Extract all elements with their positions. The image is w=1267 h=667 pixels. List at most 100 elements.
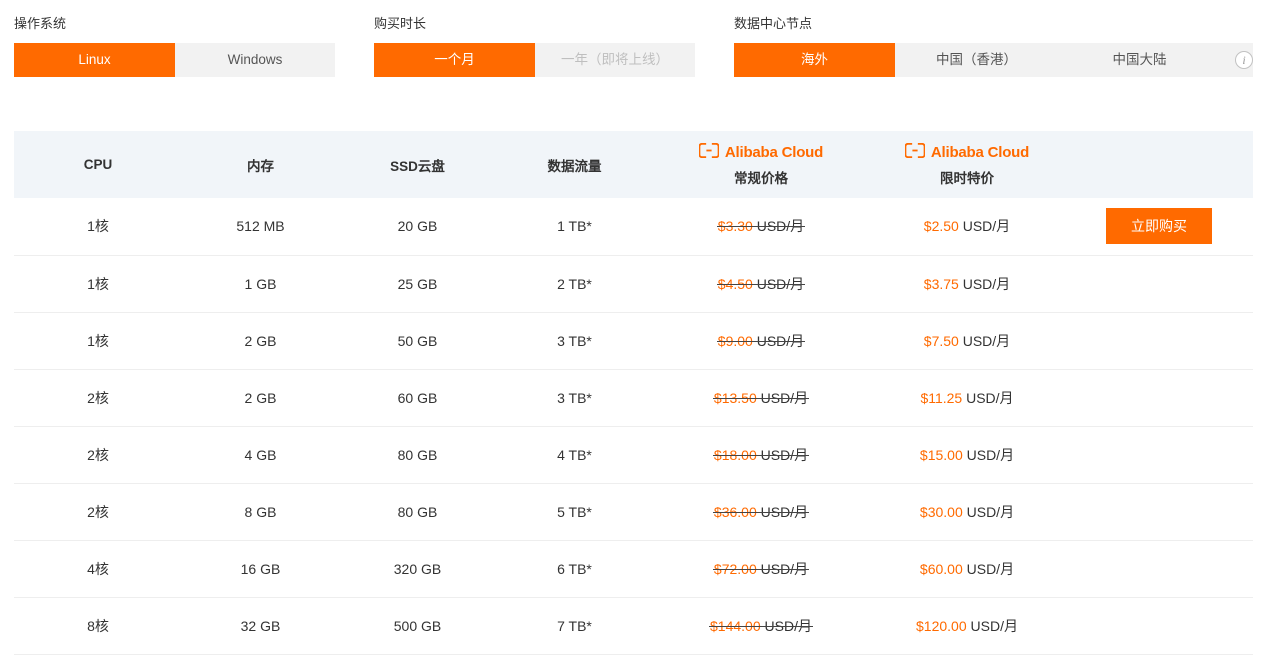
regular-price-strikethrough: $13.50 USD/月 [712, 388, 810, 408]
table-row: 4核 16 GB 320 GB 6 TB* $72.00 USD/月 $60.00 USD… [14, 540, 1253, 598]
cell-regular-price: $4.50 USD/月 [653, 255, 869, 313]
special-price-amount: $15.00 [919, 446, 963, 463]
tab-group-datacenter-region: 海外 中国（香港） 中国大陆 i [734, 43, 1253, 77]
regular-price-amount: $72.00 [713, 560, 757, 577]
pricing-table-body: 1核 512 MB 20 GB 1 TB* $3.30 USD/月 $2.50 USD/月… [14, 198, 1253, 655]
cell-memory: 1 GB [182, 255, 339, 313]
cell-special-price: $11.25 USD/月 [869, 369, 1065, 427]
cell-action [1065, 312, 1253, 370]
cell-cpu: 4核 [14, 540, 182, 598]
tab-region-overseas[interactable]: 海外 [734, 43, 895, 77]
special-price: $30.00 USD/月 [920, 504, 1014, 520]
cell-cpu: 1核 [14, 312, 182, 370]
filter-group-operating-system: 操作系统 Linux Windows [14, 0, 335, 77]
regular-price-unit: USD/月 [752, 218, 805, 235]
cell-memory: 32 GB [182, 597, 339, 655]
cell-regular-price: $13.50 USD/月 [653, 369, 869, 427]
column-header-traffic: 数据流量 [496, 131, 653, 198]
cell-disk: 320 GB [339, 540, 496, 598]
column-header-regular-price: Alibaba Cloud 常规价格 [653, 131, 869, 198]
table-row: 8核 32 GB 500 GB 7 TB* $144.00 USD/月 $120.00 U… [14, 597, 1253, 655]
cell-traffic: 1 TB* [496, 198, 653, 256]
alibaba-cloud-wordmark: Alibaba Cloud [724, 143, 824, 161]
filter-label-purchase-duration: 购买时长 [374, 16, 427, 31]
table-row: 1核 1 GB 25 GB 2 TB* $4.50 USD/月 $3.75 USD/月 [14, 255, 1253, 313]
info-icon[interactable]: i [1235, 51, 1253, 69]
regular-price-strikethrough: $9.00 USD/月 [716, 331, 806, 351]
tab-duration-one-month[interactable]: 一个月 [374, 43, 535, 77]
cell-action [1065, 540, 1253, 598]
table-row: 1核 512 MB 20 GB 1 TB* $3.30 USD/月 $2.50 USD/月… [14, 198, 1253, 256]
tab-region-mainland-china[interactable]: 中国大陆 [1058, 43, 1221, 77]
filter-group-purchase-duration: 购买时长 一个月 一年（即将上线） [374, 0, 695, 77]
cell-special-price: $3.75 USD/月 [869, 255, 1065, 313]
cell-memory: 8 GB [182, 483, 339, 541]
cell-traffic: 2 TB* [496, 255, 653, 313]
cell-action [1065, 255, 1253, 313]
table-row: 2核 8 GB 80 GB 5 TB* $36.00 USD/月 $30.00 USD/月 [14, 483, 1253, 541]
tab-group-operating-system: Linux Windows [14, 43, 335, 77]
special-price: $2.50 USD/月 [924, 218, 1010, 234]
alibaba-cloud-wordmark: Alibaba Cloud [930, 143, 1030, 161]
cell-action [1065, 597, 1253, 655]
cell-special-price: $120.00 USD/月 [869, 597, 1065, 655]
pricing-table-wrap: CPU 内存 SSD云盘 数据流量 Alibaba Cloud 常规价格 Ali… [14, 131, 1253, 655]
regular-price-strikethrough: $72.00 USD/月 [712, 559, 810, 579]
cell-traffic: 3 TB* [496, 312, 653, 370]
special-price-amount: $2.50 [923, 218, 959, 235]
cell-disk: 500 GB [339, 597, 496, 655]
special-price: $11.25 USD/月 [920, 390, 1013, 406]
cell-traffic: 5 TB* [496, 483, 653, 541]
special-price: $60.00 USD/月 [920, 561, 1014, 577]
cell-special-price: $2.50 USD/月 [869, 198, 1065, 256]
regular-price-amount: $13.50 [713, 389, 757, 406]
cell-disk: 60 GB [339, 369, 496, 427]
cell-regular-price: $18.00 USD/月 [653, 426, 869, 484]
regular-price-strikethrough: $18.00 USD/月 [712, 445, 810, 465]
cell-special-price: $60.00 USD/月 [869, 540, 1065, 598]
regular-price-unit: USD/月 [756, 560, 809, 577]
special-price: $7.50 USD/月 [924, 333, 1010, 349]
regular-price-amount: $36.00 [713, 503, 757, 520]
cell-memory: 2 GB [182, 369, 339, 427]
tab-os-windows[interactable]: Windows [175, 43, 335, 77]
regular-price-amount: $9.00 [717, 332, 753, 349]
special-price-amount: $7.50 [923, 332, 959, 349]
pricing-page: 操作系统 Linux Windows 购买时长 一个月 一年（即将上线） 数据中… [0, 0, 1267, 667]
cell-traffic: 7 TB* [496, 597, 653, 655]
cell-action [1065, 426, 1253, 484]
cell-traffic: 6 TB* [496, 540, 653, 598]
cell-memory: 4 GB [182, 426, 339, 484]
filter-bar: 操作系统 Linux Windows 购买时长 一个月 一年（即将上线） 数据中… [0, 0, 1267, 118]
regular-price-unit: USD/月 [760, 617, 812, 634]
buy-now-button[interactable]: 立即购买 [1106, 208, 1212, 245]
column-header-action [1065, 131, 1253, 198]
regular-price-amount: $4.50 [717, 275, 753, 292]
column-header-special-price-label: 限时特价 [940, 170, 994, 186]
regular-price-amount: $3.30 [717, 218, 753, 235]
cell-action [1065, 369, 1253, 427]
special-price-unit: USD/月 [962, 560, 1015, 577]
cell-regular-price: $36.00 USD/月 [653, 483, 869, 541]
cell-disk: 80 GB [339, 426, 496, 484]
pricing-table: CPU 内存 SSD云盘 数据流量 Alibaba Cloud 常规价格 Ali… [14, 131, 1253, 655]
regular-price-unit: USD/月 [756, 503, 809, 520]
table-row: 1核 2 GB 50 GB 3 TB* $9.00 USD/月 $7.50 USD/月 [14, 312, 1253, 370]
special-price-unit: USD/月 [966, 617, 1018, 634]
cell-regular-price: $144.00 USD/月 [653, 597, 869, 655]
special-price-amount: $30.00 [919, 503, 963, 520]
regular-price-strikethrough: $4.50 USD/月 [716, 274, 806, 294]
special-price: $15.00 USD/月 [920, 447, 1014, 463]
cell-special-price: $15.00 USD/月 [869, 426, 1065, 484]
special-price-amount: $3.75 [923, 275, 959, 292]
tab-region-hongkong[interactable]: 中国（香港） [895, 43, 1058, 77]
tab-os-linux[interactable]: Linux [14, 43, 175, 77]
regular-price-unit: USD/月 [752, 275, 805, 292]
special-price-unit: USD/月 [962, 446, 1015, 463]
alibaba-cloud-logo-icon [698, 142, 720, 161]
regular-price-unit: USD/月 [752, 332, 805, 349]
regular-price-strikethrough: $3.30 USD/月 [716, 216, 806, 236]
special-price-unit: USD/月 [958, 275, 1011, 292]
column-header-cpu: CPU [14, 131, 182, 198]
special-price-amount: $120.00 [916, 617, 967, 634]
